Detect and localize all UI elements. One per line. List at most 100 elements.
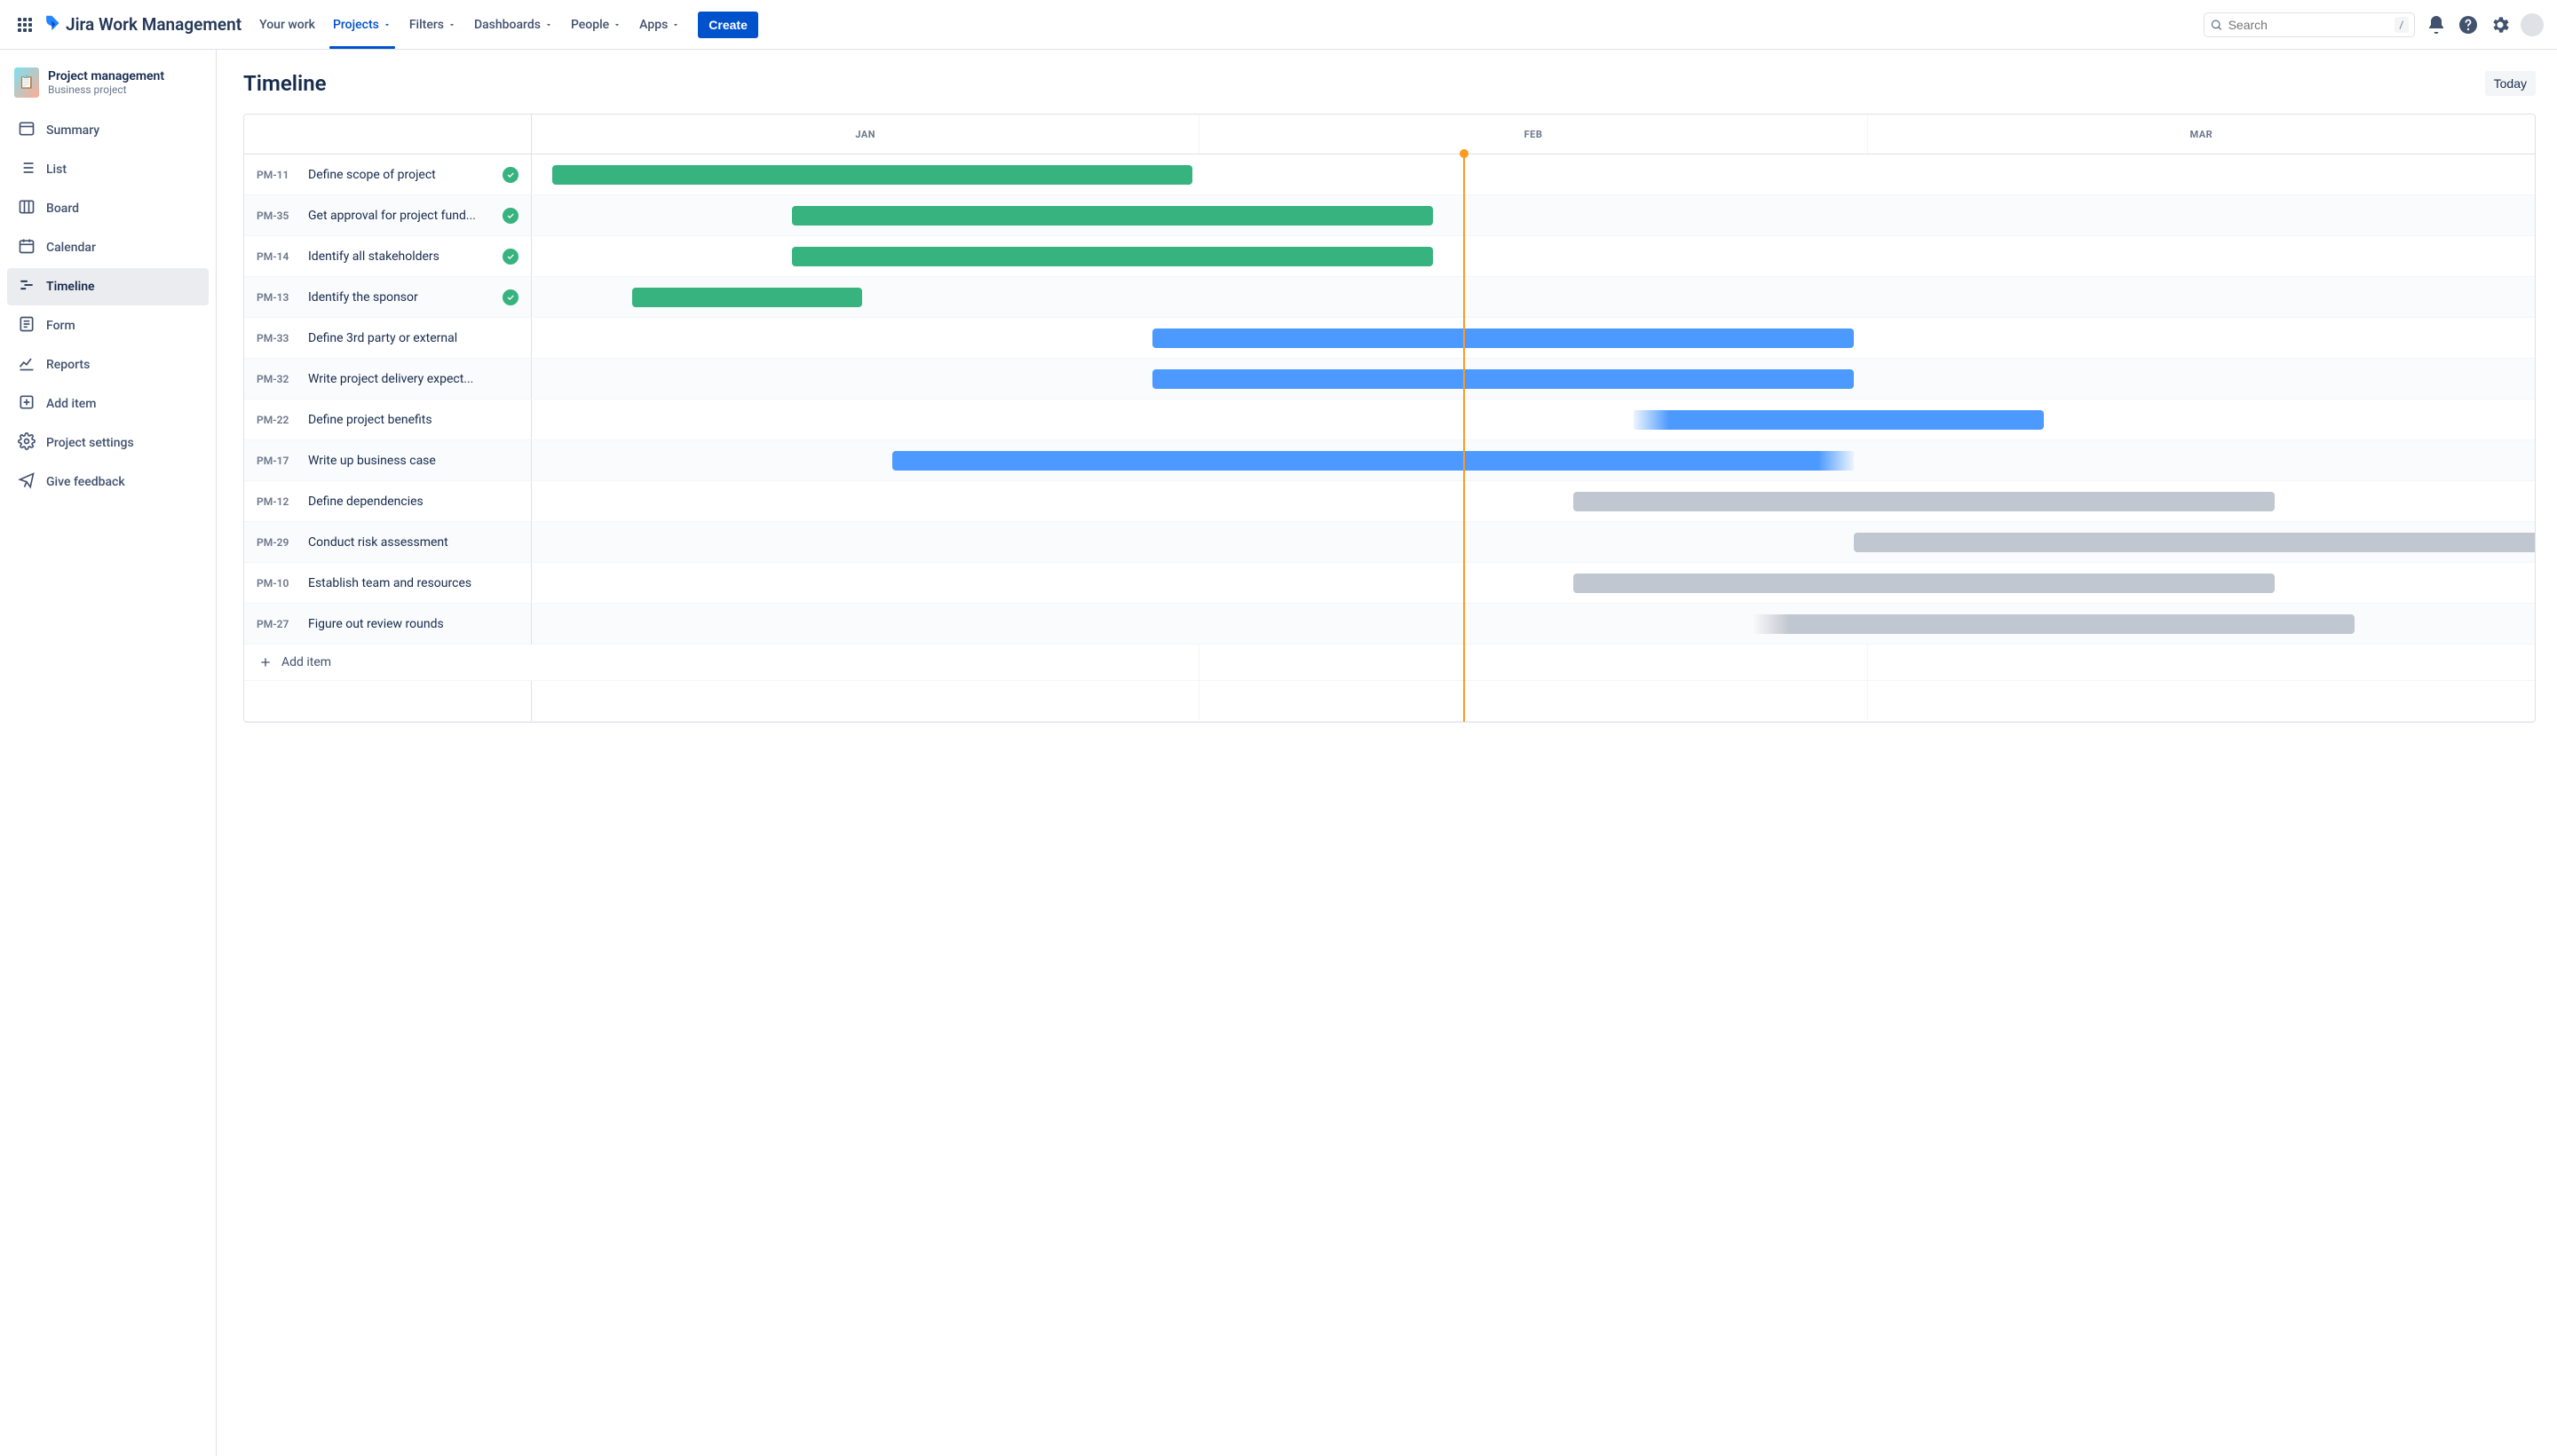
profile-button[interactable] (2518, 11, 2546, 39)
done-badge-icon (503, 167, 519, 183)
project-avatar-icon: 📋 (14, 67, 39, 98)
bell-icon (2426, 14, 2447, 36)
timeline-header: JANFEBMAR (244, 115, 2535, 154)
issue-key: PM-10 (257, 577, 297, 590)
nav-item-label: Projects (333, 18, 379, 32)
sidebar-item-list[interactable]: List (7, 151, 209, 188)
top-navigation: Jira Work Management Your work Projects Fi… (0, 0, 2557, 50)
timeline-row[interactable]: PM-13Identify the sponsor (244, 277, 2535, 318)
issue-title: Define dependencies (308, 495, 519, 509)
notifications-button[interactable] (2422, 11, 2450, 39)
sidebar-item-label: Timeline (46, 280, 95, 294)
create-button[interactable]: Create (698, 12, 758, 38)
nav-item-your-work[interactable]: Your work (250, 0, 324, 49)
nav-item-projects[interactable]: Projects (324, 0, 400, 49)
board-icon (18, 198, 36, 219)
gantt-bar[interactable] (892, 451, 1854, 471)
gear-icon (2490, 14, 2511, 36)
gantt-bar[interactable] (632, 288, 862, 307)
grid-icon (18, 18, 32, 32)
gantt-cell (532, 522, 2535, 562)
sidebar-item-timeline[interactable]: Timeline (7, 268, 209, 305)
done-badge-icon (503, 289, 519, 305)
main-header: Timeline Today (243, 71, 2536, 96)
help-button[interactable] (2454, 11, 2482, 39)
timeline-row[interactable]: PM-29Conduct risk assessment (244, 522, 2535, 563)
nav-item-dashboards[interactable]: Dashboards (465, 0, 562, 49)
app-switcher-button[interactable] (11, 11, 39, 39)
timeline-row[interactable]: PM-32Write project delivery expect... (244, 359, 2535, 400)
sidebar-item-add-item[interactable]: Add item (7, 385, 209, 423)
timeline-row[interactable]: PM-14 Identify all stakeholders (244, 236, 2535, 277)
gantt-bar[interactable] (1152, 369, 1854, 389)
gantt-bar[interactable] (792, 247, 1433, 266)
issue-key: PM-12 (257, 495, 297, 508)
issue-title: Get approval for project fund... (308, 209, 492, 223)
issue-title: Establish team and resources (308, 576, 519, 590)
search-icon (2210, 18, 2223, 32)
chevron-down-icon (544, 20, 553, 29)
timeline-row[interactable]: PM-12 Define dependencies (244, 481, 2535, 522)
product-name: Jira Work Management (66, 14, 241, 35)
sidebar-item-board[interactable]: Board (7, 190, 209, 227)
gantt-bar[interactable] (1573, 492, 2275, 511)
gantt-bar[interactable] (552, 165, 1193, 185)
timeline-container: JANFEBMAR PM-11Define scope of projectPM… (243, 114, 2536, 723)
gantt-cell (532, 563, 2535, 603)
timeline-row[interactable]: PM-35 Get approval for project fund... (244, 195, 2535, 236)
top-right-icons (2422, 11, 2546, 39)
issue-key: PM-35 (257, 210, 297, 222)
issue-title: Write up business case (308, 454, 519, 468)
nav-item-people[interactable]: People (562, 0, 630, 49)
sidebar-item-calendar[interactable]: Calendar (7, 229, 209, 266)
timeline-row[interactable]: PM-10 Establish team and resources (244, 563, 2535, 604)
today-button[interactable]: Today (2485, 71, 2536, 96)
issue-key: PM-32 (257, 373, 297, 385)
issue-key: PM-14 (257, 250, 297, 263)
gantt-bar[interactable] (1573, 574, 2275, 593)
help-icon (2458, 14, 2479, 36)
timeline-row[interactable]: PM-11Define scope of project (244, 154, 2535, 195)
gantt-bar[interactable] (1152, 328, 1854, 348)
reports-icon (18, 354, 36, 376)
chevron-down-icon (671, 20, 680, 29)
gantt-bar[interactable] (792, 206, 1433, 226)
search-input[interactable] (2228, 18, 2389, 32)
sidebar-item-form[interactable]: Form (7, 307, 209, 344)
gantt-bar[interactable] (1854, 533, 2536, 552)
timeline-row[interactable]: PM-33Define 3rd party or external (244, 318, 2535, 359)
gantt-bar[interactable] (1634, 410, 2044, 430)
primary-nav-items: Your work Projects Filters Dashboards People… (250, 0, 689, 49)
today-marker (1463, 154, 1465, 722)
gantt-bar[interactable] (1753, 614, 2355, 634)
nav-item-apps[interactable]: Apps (630, 0, 689, 49)
timeline-row[interactable]: PM-22Define project benefits (244, 400, 2535, 440)
settings-button[interactable] (2486, 11, 2514, 39)
list-icon (18, 159, 36, 180)
add-item-row[interactable]: Add item (244, 645, 2535, 681)
month-header: FEB (1199, 115, 1867, 154)
search-box[interactable]: / (2204, 12, 2415, 37)
nav-item-filters[interactable]: Filters (400, 0, 465, 49)
sidebar-item-give-feedback[interactable]: Give feedback (7, 463, 209, 501)
project-header[interactable]: 📋 Project management Business project (7, 64, 209, 112)
timeline-row[interactable]: PM-17Write up business case (244, 440, 2535, 481)
nav-item-label: Dashboards (474, 18, 541, 32)
sidebar-item-project-settings[interactable]: Project settings (7, 424, 209, 462)
issue-title: Identify all stakeholders (308, 249, 492, 264)
sidebar-item-label: Project settings (46, 436, 134, 450)
sidebar-item-reports[interactable]: Reports (7, 346, 209, 384)
empty-row (244, 681, 2535, 722)
issue-title: Define scope of project (308, 168, 492, 182)
calendar-icon (18, 237, 36, 258)
product-brand[interactable]: Jira Work Management (43, 13, 241, 36)
nav-item-label: People (571, 18, 609, 32)
month-header: MAR (1868, 115, 2535, 154)
gantt-cell (532, 318, 2535, 358)
timeline-row[interactable]: PM-27Figure out review rounds (244, 604, 2535, 645)
month-header: JAN (532, 115, 1199, 154)
plus-icon (258, 655, 273, 669)
gantt-cell (532, 604, 2535, 644)
month-headers: JANFEBMAR (532, 115, 2535, 154)
sidebar-item-summary[interactable]: Summary (7, 112, 209, 149)
